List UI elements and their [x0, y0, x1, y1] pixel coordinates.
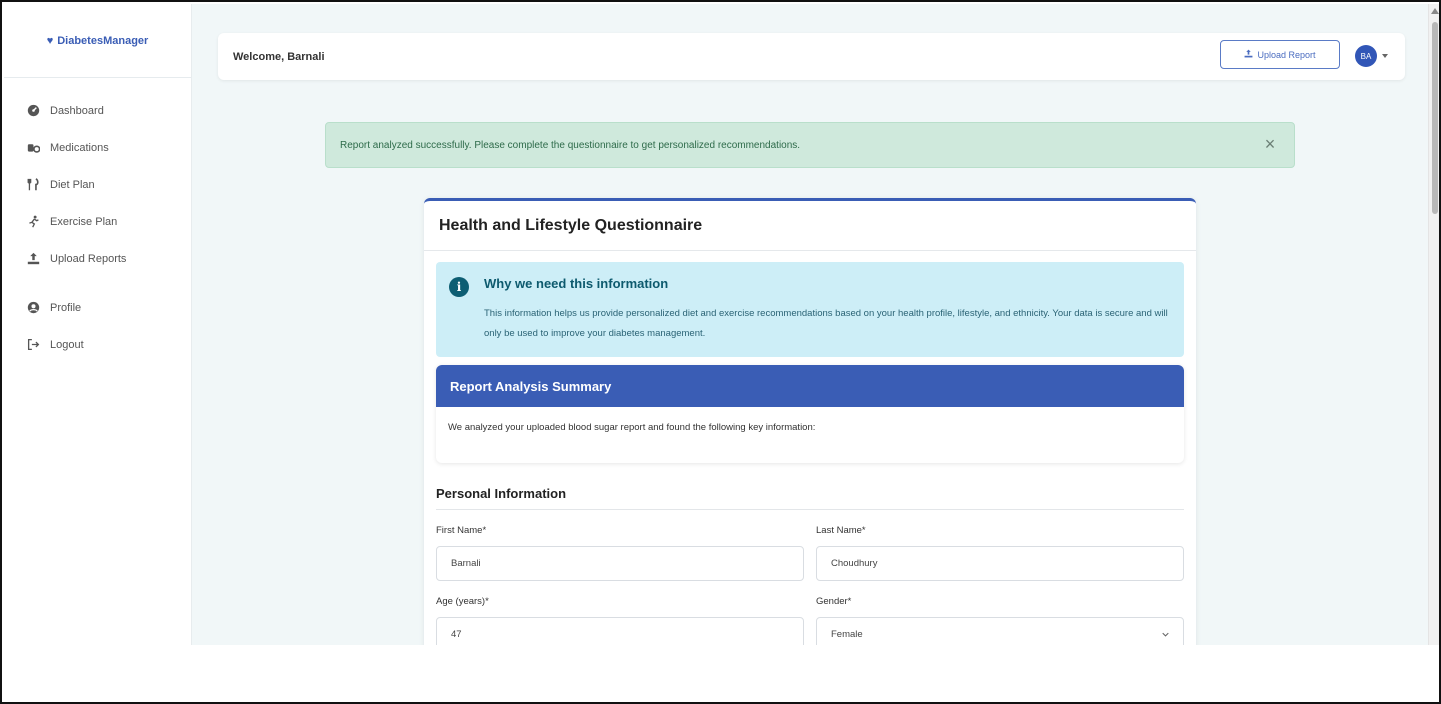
info-box: i Why we need this information This info… [436, 262, 1184, 357]
pills-icon [26, 141, 40, 155]
close-icon[interactable]: × [1260, 134, 1280, 154]
first-name-field[interactable] [436, 546, 804, 581]
upload-icon [1244, 49, 1253, 60]
utensils-icon [26, 178, 40, 192]
gender-label: Gender* [816, 596, 852, 607]
upload-report-button[interactable]: Upload Report [1220, 40, 1340, 69]
questionnaire-title: Health and Lifestyle Questionnaire [424, 201, 1196, 251]
scroll-up-arrow-icon[interactable] [1431, 8, 1439, 14]
last-name-label: Last Name* [816, 525, 866, 536]
chevron-down-icon[interactable] [1382, 54, 1388, 58]
sidebar-nav: Dashboard Medications Diet Plan Exercise… [4, 78, 191, 363]
brand-logo[interactable]: ♥ DiabetesManager [4, 4, 191, 78]
sidebar: ♥ DiabetesManager Dashboard Medications [4, 4, 192, 645]
sidebar-item-label: Profile [50, 301, 82, 314]
sidebar-item-exercise-plan[interactable]: Exercise Plan [4, 203, 191, 240]
last-name-field[interactable] [816, 546, 1184, 581]
upload-report-label: Upload Report [1257, 49, 1316, 60]
page-scrollbar[interactable] [1428, 4, 1439, 645]
sidebar-item-label: Logout [50, 338, 84, 351]
brand-name: DiabetesManager [57, 34, 149, 47]
screenshot-frame: ♥ DiabetesManager Dashboard Medications [0, 0, 1441, 704]
sidebar-item-label: Dashboard [50, 104, 104, 117]
app-viewport: ♥ DiabetesManager Dashboard Medications [4, 4, 1428, 645]
sidebar-item-dashboard[interactable]: Dashboard [4, 92, 191, 129]
avatar[interactable]: BA [1355, 45, 1377, 67]
running-icon [26, 215, 40, 229]
sidebar-item-profile[interactable]: Profile [4, 289, 191, 326]
sidebar-item-label: Medications [50, 141, 109, 154]
scroll-thumb[interactable] [1432, 22, 1438, 214]
age-label: Age (years)* [436, 596, 489, 607]
report-summary-card: Report Analysis Summary We analyzed your… [436, 365, 1184, 463]
alert-message: Report analyzed successfully. Please com… [340, 139, 801, 151]
first-name-label: First Name* [436, 525, 487, 536]
sidebar-item-medications[interactable]: Medications [4, 129, 191, 166]
sidebar-item-label: Diet Plan [50, 178, 95, 191]
gender-selected-value: Female [831, 629, 863, 640]
info-icon: i [449, 277, 469, 297]
upload-icon [26, 252, 40, 266]
summary-title: Report Analysis Summary [436, 365, 1184, 407]
welcome-text: Welcome, Barnali [233, 50, 325, 63]
gender-select[interactable]: Female [816, 617, 1184, 645]
sidebar-item-diet-plan[interactable]: Diet Plan [4, 166, 191, 203]
dashboard-icon [26, 104, 40, 118]
questionnaire-card: Health and Lifestyle Questionnaire i Why… [424, 198, 1196, 645]
age-field[interactable] [436, 617, 804, 645]
user-circle-icon [26, 301, 40, 315]
sidebar-item-label: Exercise Plan [50, 215, 118, 228]
personal-info-heading: Personal Information [436, 486, 1184, 510]
sidebar-item-logout[interactable]: Logout [4, 326, 191, 363]
chevron-down-icon [1162, 632, 1169, 637]
logout-icon [26, 338, 40, 352]
success-alert: Report analyzed successfully. Please com… [325, 122, 1295, 168]
info-title: Why we need this information [484, 276, 669, 291]
info-text: This information helps us provide person… [484, 308, 1168, 339]
summary-text: We analyzed your uploaded blood sugar re… [448, 422, 816, 433]
heart-pulse-icon: ♥ [46, 34, 54, 47]
sidebar-item-label: Upload Reports [50, 252, 127, 265]
top-bar: Welcome, Barnali Upload Report BA [218, 33, 1405, 80]
sidebar-item-upload-reports[interactable]: Upload Reports [4, 240, 191, 277]
